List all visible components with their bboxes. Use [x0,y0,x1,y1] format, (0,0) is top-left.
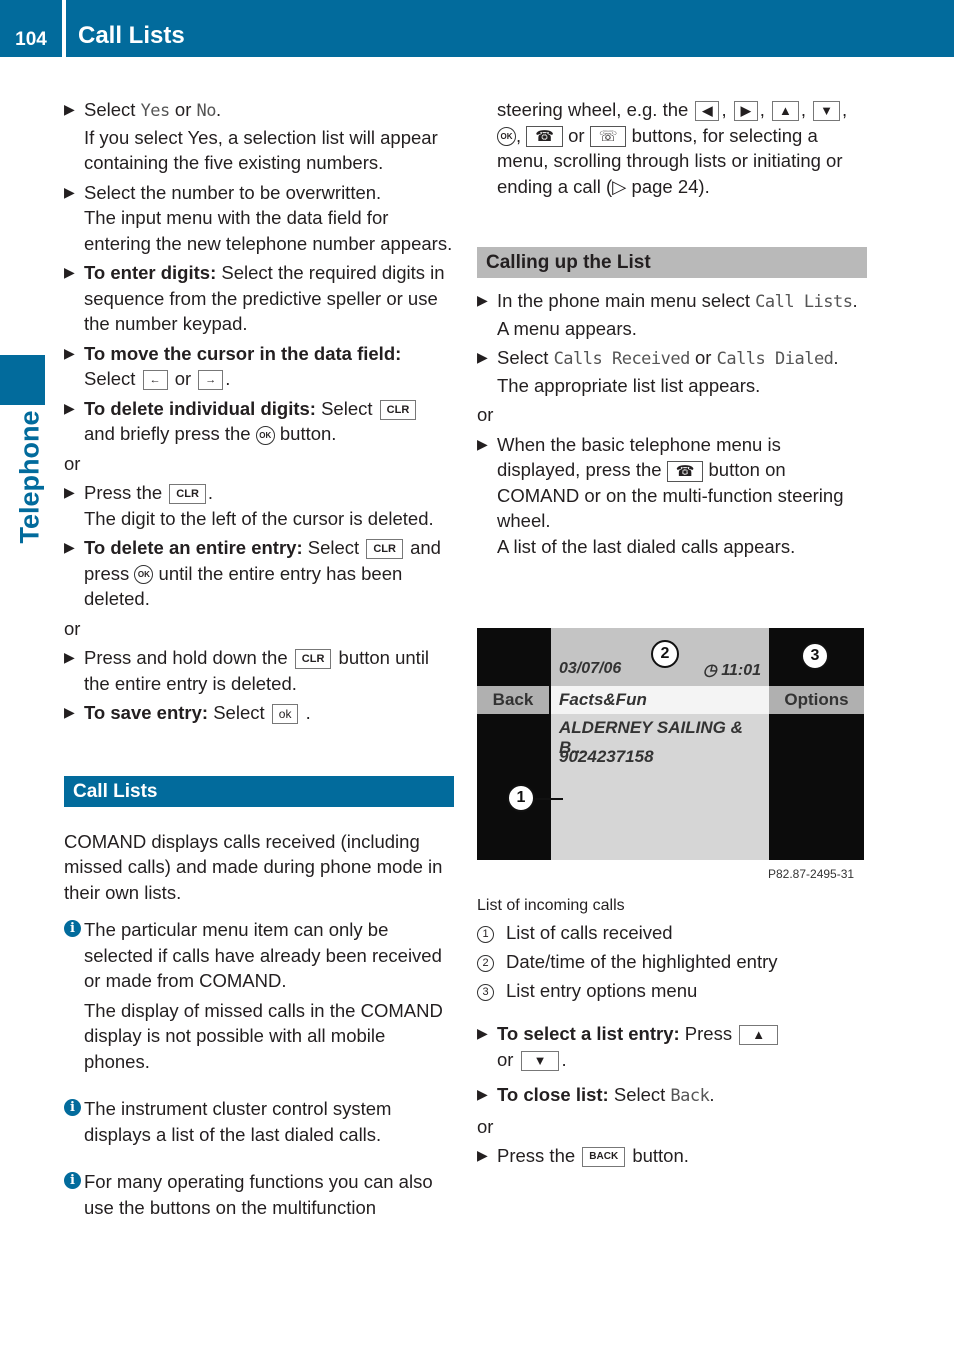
section-heading-calling-up-list: Calling up the List [477,247,867,278]
triangle-bullet-icon: ▶ [64,264,75,280]
triangle-bullet-icon: ▶ [477,435,488,452]
comand-screen-image: 03/07/06 ◷ 11:01 Back Options Facts&Fun A… [477,628,864,860]
clr-key-icon: CLR [294,649,332,670]
or-text: or [64,452,81,474]
step-delete-digits: ▶ To delete individual digits: Select CL… [64,396,454,447]
step-select-list: ▶ Select Calls Received or Calls Dialed.… [477,347,839,396]
ok-button-icon: OK [134,565,154,585]
callout-3: 3 [801,642,829,670]
phone-hangup-key-icon: ☏ [589,126,627,148]
callout-1: 1 [507,784,535,812]
right-column: steering wheel, e.g. the ◀, ▶, ▲, ▼, OK,… [477,97,867,563]
step-select-yes-no: ▶ Select Yes or No. If you select Yes, a… [64,99,438,173]
ok-button-icon: OK [255,425,275,445]
page-header: 104 Call Lists [0,0,954,57]
triangle-bullet-icon: ▶ [64,539,75,555]
info-icon: i [64,1172,81,1189]
header-divider [62,0,66,57]
triangle-bullet-icon: ▶ [477,349,488,365]
or-text: or [477,404,494,425]
intro-paragraph: COMAND displays calls received (includin… [64,830,443,903]
triangle-bullet-icon: ▶ [477,1086,488,1102]
step-save-entry: ▶ To save entry: Select ok . [64,700,454,726]
figure-caption: List of incoming calls [477,897,625,914]
phone-pickup-key-icon: ☎ [526,126,563,148]
screen-time: ◷ 11:01 [702,662,761,679]
step-delete-entry: ▶ To delete an entire entry: Select CLR … [64,537,441,609]
info-icon: i [64,1099,81,1116]
screen-back-softkey: Back [477,686,549,714]
triangle-bullet-icon: ▶ [64,101,75,117]
or-text: or [477,1115,494,1137]
figure-part-number: P82.87-2495-31 [768,867,855,881]
step-main-menu: ▶ In the phone main menu select Call Lis… [477,290,858,339]
down-key-icon: ▼ [520,1050,560,1071]
right-column-lower: ▶ To select a list entry: Press ▲ or ▼. … [477,1021,867,1173]
right-key-icon: ▶ [733,101,758,122]
step-select-entry: ▶ To select a list entry: Press ▲ or ▼. [477,1021,867,1072]
step-enter-digits: ▶ To enter digits: Select the required d… [64,262,445,334]
step-select-number: ▶ Select the number to be overwritten. T… [64,181,453,254]
ok-softkey-icon: ok [271,704,299,725]
up-key-icon: ▲ [739,1025,779,1046]
triangle-bullet-icon: ▶ [64,399,75,416]
screen-row-highlighted: Facts&Fun [551,686,769,714]
info-icon: i [64,920,81,937]
info-note: i The particular menu item can only be s… [64,917,454,1074]
triangle-bullet-icon: ▶ [64,484,75,500]
triangle-bullet-icon: ▶ [477,1147,488,1163]
step-close-list: ▶ To close list: Select Back. [477,1084,715,1106]
page-title: Call Lists [78,22,185,49]
legend-item: 3 List entry options menu [477,980,867,1002]
step-basic-menu: ▶ When the basic telephone menu is displ… [477,433,844,557]
screen-options-softkey: Options [769,686,864,714]
left-column: ▶ Select Yes or No. If you select Yes, a… [64,97,454,1242]
step-hold-clr: ▶ Press and hold down the CLR button unt… [64,647,430,694]
triangle-bullet-icon: ▶ [477,1025,488,1041]
triangle-bullet-icon: ▶ [64,704,75,720]
step-press-clr: ▶ Press the CLR. The digit to the left o… [64,482,434,529]
side-tab-marker [0,355,45,405]
or-text: or [64,617,81,639]
legend-item: 1 List of calls received [477,922,867,944]
triangle-bullet-icon: ▶ [477,292,488,308]
left-key-icon: ◀ [695,101,720,122]
legend-item: 2 Date/time of the highlighted entry [477,951,867,973]
right-arrow-key-icon: → [198,370,224,391]
step-press-back: ▶ Press the BACK button. [477,1143,867,1169]
up-key-icon: ▲ [772,101,799,122]
ok-button-icon: OK [497,127,516,147]
clr-key-icon: CLR [379,399,417,420]
section-heading-call-lists: Call Lists [64,775,454,807]
phone-pickup-key-icon: ☎ [666,460,704,482]
info-note: i For many operating functions you can a… [64,1169,454,1220]
back-key-icon: BACK [582,1147,626,1168]
triangle-bullet-icon: ▶ [64,183,75,200]
step-move-cursor: ▶ To move the cursor in the data field: … [64,342,402,391]
left-arrow-key-icon: ← [142,370,168,391]
page-number: 104 [15,29,47,50]
side-tab-label: Telephone [14,410,45,544]
callout-2: 2 [651,640,679,668]
continued-paragraph: steering wheel, e.g. the ◀, ▶, ▲, ▼, OK,… [497,99,848,197]
triangle-bullet-icon: ▶ [64,344,75,361]
screen-row: 9024237158 [559,747,654,766]
callout-line [535,798,563,800]
triangle-bullet-icon: ▶ [64,649,75,665]
down-key-icon: ▼ [813,101,841,122]
clr-key-icon: CLR [366,539,403,560]
clr-key-icon: CLR [169,484,206,505]
info-note: i The instrument cluster control system … [64,1096,454,1147]
